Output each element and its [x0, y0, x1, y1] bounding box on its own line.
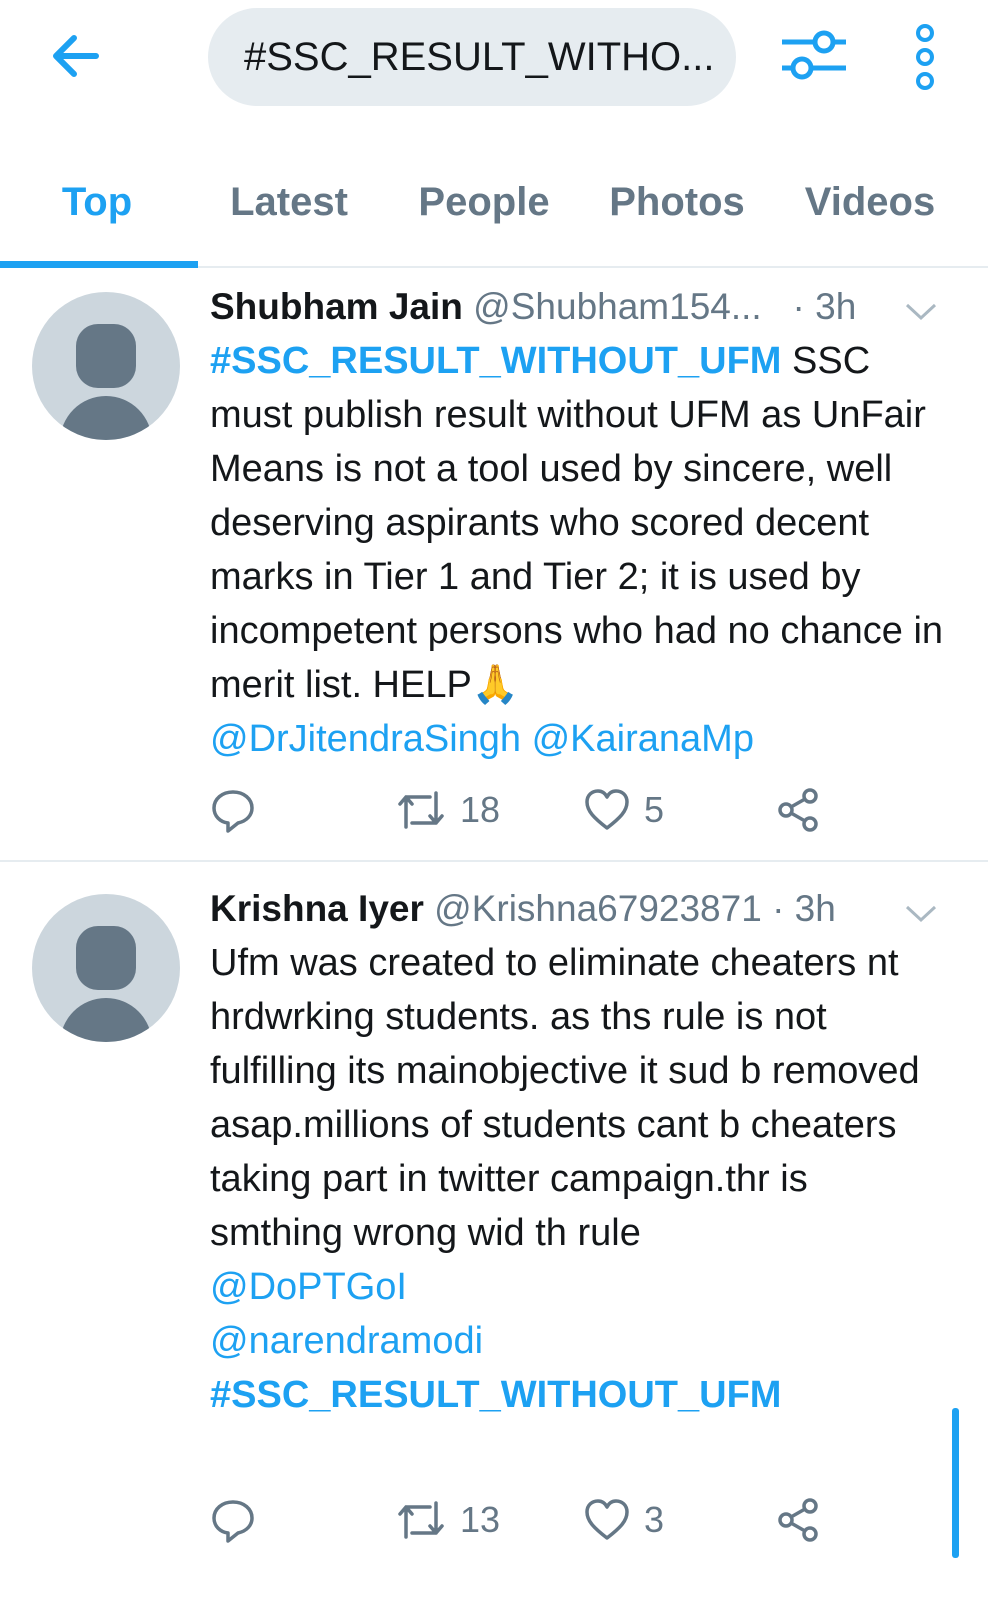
- avatar[interactable]: [32, 292, 180, 440]
- mention-link[interactable]: @DoPTGoI: [210, 1266, 407, 1308]
- avatar[interactable]: [32, 894, 180, 1042]
- retweet-count: 18: [460, 789, 501, 830]
- avatar-head-shape: [76, 926, 136, 990]
- tweet-header: Krishna Iyer @Krishna67923871 · 3h: [210, 884, 910, 934]
- author-handle[interactable]: @Krishna67923871: [434, 888, 762, 929]
- avatar-head-shape: [76, 324, 136, 388]
- active-tab-indicator: [0, 261, 198, 268]
- heart-icon: [585, 789, 629, 830]
- like-button[interactable]: 3: [584, 1492, 664, 1548]
- tweet-body-text: SSC must publish result without UFM as U…: [210, 340, 944, 706]
- like-count: 3: [644, 1499, 665, 1540]
- tab-top[interactable]: Top: [0, 156, 194, 264]
- tweet-text: Ufm was created to eliminate cheaters nt…: [210, 936, 930, 1422]
- like-button[interactable]: 5: [584, 782, 664, 838]
- author-name[interactable]: Krishna Iyer: [210, 888, 424, 929]
- tweet-actions: 18 5: [210, 782, 850, 838]
- reply-icon: [212, 790, 254, 833]
- hashtag-link[interactable]: #SSC_RESULT_WITHOUT_UFM: [210, 340, 781, 382]
- scrollbar[interactable]: [952, 1408, 959, 1558]
- tweet-time: · 3h: [792, 286, 857, 327]
- tweet-actions: 13 3: [210, 1492, 850, 1548]
- more-options-icon[interactable]: [910, 22, 940, 92]
- avatar-body-shape: [60, 998, 152, 1042]
- mention-link[interactable]: @narendramodi: [210, 1320, 483, 1362]
- retweet-count: 13: [460, 1499, 501, 1540]
- retweet-button[interactable]: 18: [396, 782, 500, 838]
- tweet-text: #SSC_RESULT_WITHOUT_UFM SSC must publish…: [210, 334, 950, 766]
- author-name[interactable]: Shubham Jain: [210, 286, 463, 327]
- tweet[interactable]: Krishna Iyer @Krishna67923871 · 3h Ufm w…: [0, 862, 988, 1600]
- hashtag-link[interactable]: #SSC_RESULT_WITHOUT_UFM: [210, 1374, 781, 1416]
- back-arrow-icon[interactable]: [46, 28, 106, 84]
- author-handle[interactable]: @Shubham154...: [473, 286, 762, 327]
- search-query[interactable]: #SSC_RESULT_WITHO...: [244, 8, 714, 106]
- retweet-icon: [398, 1501, 444, 1539]
- reply-button[interactable]: [210, 782, 256, 838]
- top-bar: #SSC_RESULT_WITHO...: [0, 0, 988, 130]
- chevron-down-icon[interactable]: [904, 904, 938, 924]
- search-box[interactable]: #SSC_RESULT_WITHO...: [208, 8, 736, 106]
- tweet-body-text: Ufm was created to eliminate cheaters nt…: [210, 942, 920, 1254]
- search-filter-icon[interactable]: [780, 24, 846, 86]
- mentions-link[interactable]: @DrJitendraSingh @KairanaMp: [210, 718, 754, 760]
- chevron-down-icon[interactable]: [904, 302, 938, 322]
- like-count: 5: [644, 789, 665, 830]
- retweet-icon: [398, 791, 444, 829]
- share-icon: [778, 788, 818, 832]
- tab-videos[interactable]: Videos: [770, 156, 970, 264]
- tab-people[interactable]: People: [384, 156, 584, 264]
- reply-icon: [212, 1500, 254, 1543]
- heart-icon: [585, 1499, 629, 1540]
- search-tabs: Top Latest People Photos Videos: [0, 156, 988, 268]
- tab-latest[interactable]: Latest: [194, 156, 384, 264]
- tweet[interactable]: Shubham Jain @Shubham154... · 3h #SSC_RE…: [0, 268, 988, 858]
- share-button[interactable]: [776, 782, 822, 838]
- tweet-header: Shubham Jain @Shubham154... · 3h: [210, 282, 910, 332]
- retweet-button[interactable]: 13: [396, 1492, 500, 1548]
- tab-photos[interactable]: Photos: [584, 156, 770, 264]
- avatar-body-shape: [60, 396, 152, 440]
- reply-button[interactable]: [210, 1492, 256, 1548]
- share-button[interactable]: [776, 1492, 822, 1548]
- tweet-time: · 3h: [772, 888, 836, 929]
- share-icon: [778, 1498, 818, 1542]
